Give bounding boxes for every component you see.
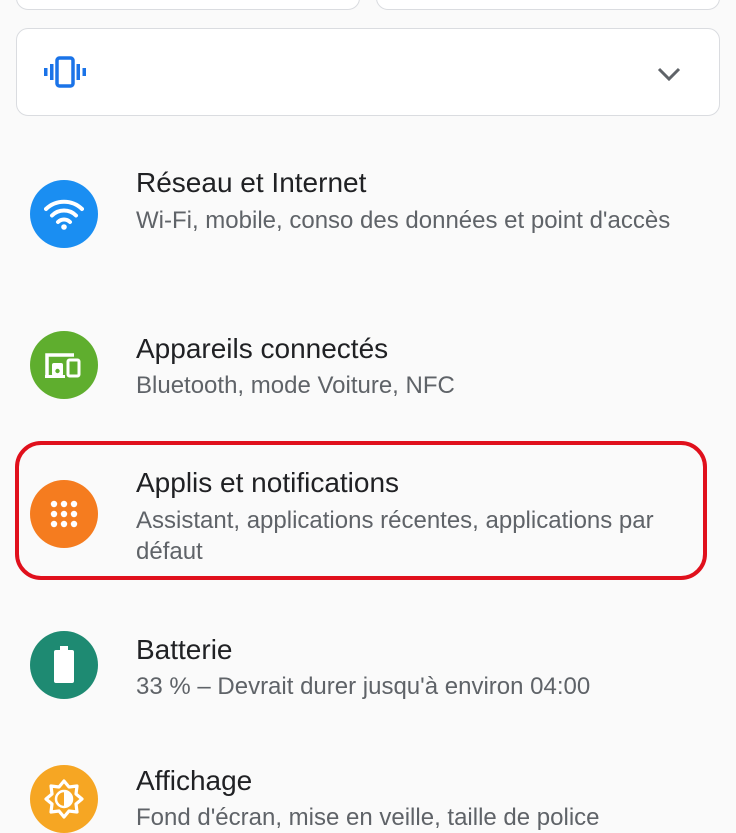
settings-item-title: Appareils connectés: [136, 333, 389, 364]
quick-setting-card-left[interactable]: [16, 0, 360, 10]
chevron-down-icon[interactable]: [657, 67, 681, 81]
sound-mode-card[interactable]: [16, 28, 720, 116]
settings-item-connected-devices[interactable]: Appareils connectés Bluetooth, mode Voit…: [0, 325, 736, 415]
connected-devices-icon-circle: [30, 331, 98, 399]
settings-item-title: Affichage: [136, 765, 253, 796]
brightness-icon: [44, 779, 84, 819]
settings-item-subtitle: Bluetooth, mode Voiture, NFC: [136, 372, 455, 399]
settings-item-subtitle: Fond d'écran, mise en veille, taille de …: [136, 804, 600, 831]
display-icon-circle: [30, 765, 98, 833]
settings-item-subtitle: 33 % – Devrait durer jusqu'à environ 04:…: [136, 673, 591, 700]
connected-devices-icon: [45, 353, 81, 378]
vibrate-icon: [44, 56, 86, 88]
highlight-annotation: [15, 441, 707, 580]
wifi-icon: [44, 199, 84, 230]
battery-icon-circle: [30, 631, 98, 699]
settings-item-title: Réseau et Internet: [136, 167, 367, 198]
settings-item-display[interactable]: Affichage Fond d'écran, mise en veille, …: [0, 760, 736, 833]
settings-item-battery[interactable]: Batterie 33 % – Devrait durer jusqu'à en…: [0, 625, 736, 715]
battery-icon: [54, 646, 74, 683]
settings-item-network[interactable]: Réseau et Internet Wi-Fi, mobile, conso …: [0, 160, 736, 290]
quick-setting-card-right[interactable]: [376, 0, 720, 10]
settings-item-subtitle: Wi-Fi, mobile, conso des données et poin…: [136, 207, 671, 234]
network-icon-circle: [30, 180, 98, 248]
settings-item-title: Batterie: [136, 634, 233, 665]
